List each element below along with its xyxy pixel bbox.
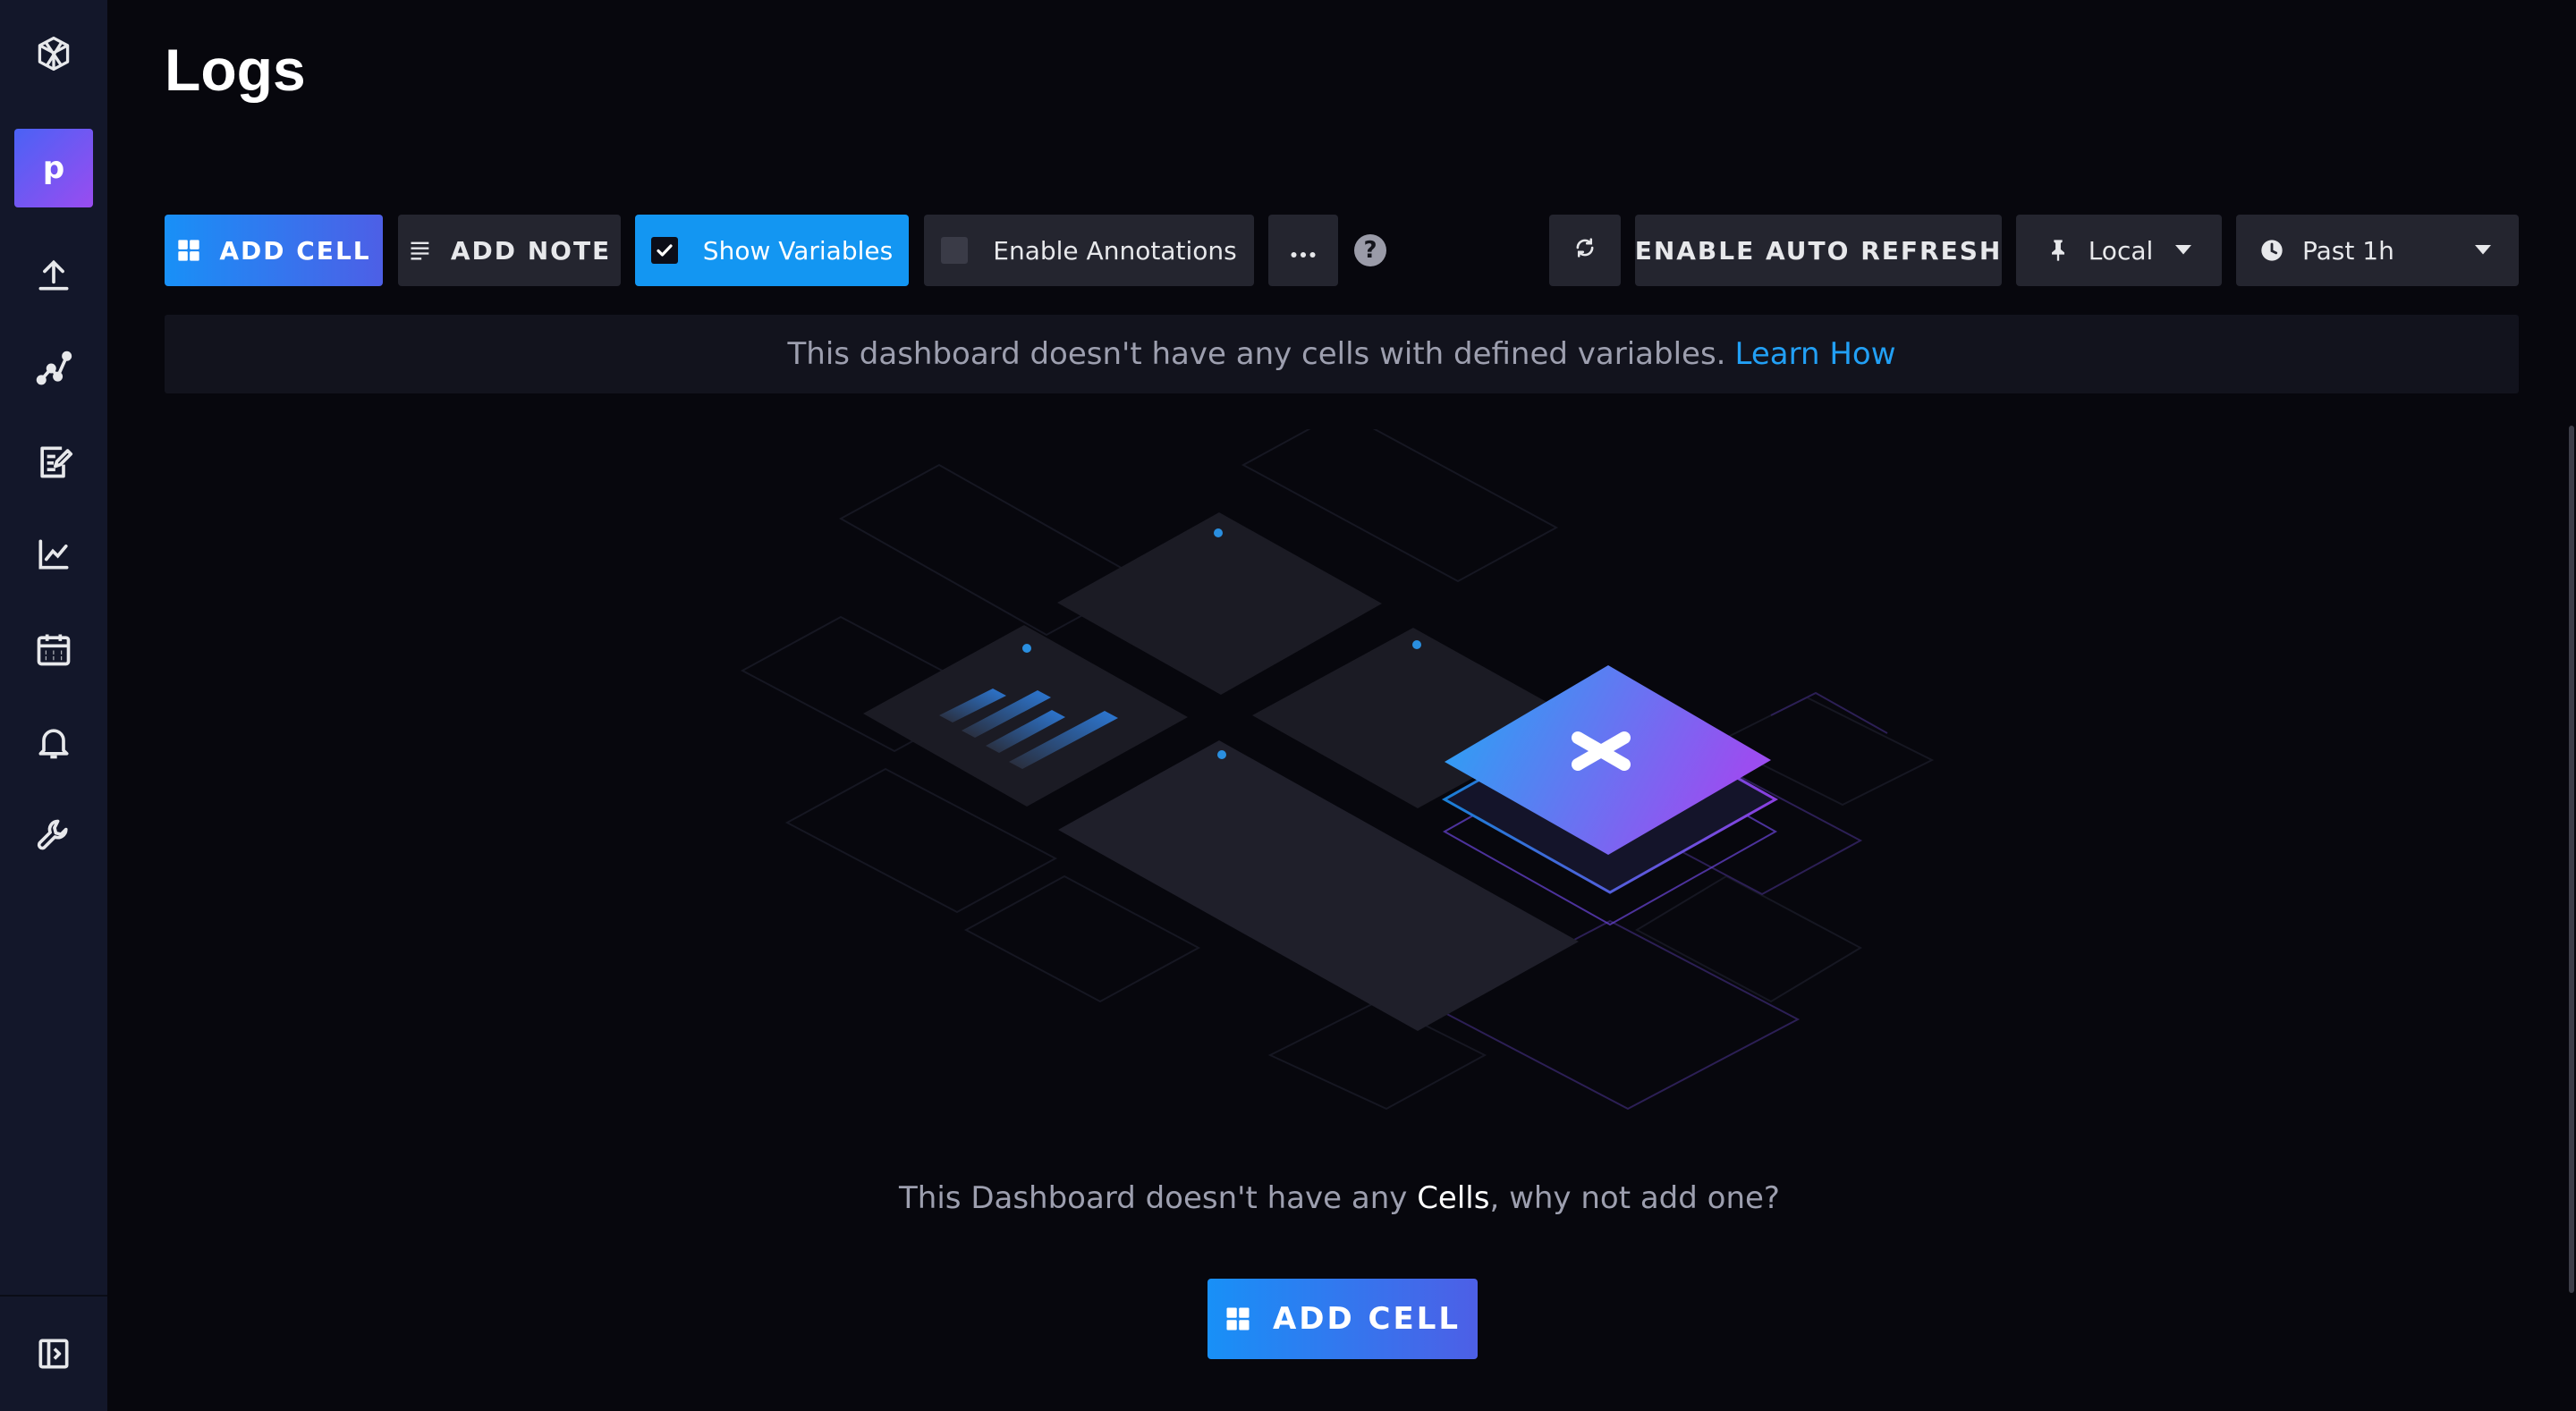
enable-annotations-toggle[interactable]: Enable Annotations <box>924 215 1254 286</box>
empty-prefix: This Dashboard doesn't have any <box>899 1180 1418 1216</box>
timezone-dropdown[interactable]: Local <box>2016 215 2222 286</box>
banner-text: This dashboard doesn't have any cells wi… <box>787 336 1726 372</box>
checkbox-checked-icon <box>650 237 678 264</box>
learn-how-link[interactable]: Learn How <box>1734 336 1895 372</box>
add-cell-cta-label: ADD CELL <box>1272 1301 1462 1337</box>
pin-icon <box>2046 238 2071 263</box>
add-note-label: ADD NOTE <box>450 235 612 266</box>
more-options-button[interactable] <box>1268 215 1338 286</box>
graph-node-icon[interactable] <box>27 342 80 395</box>
logo-cube-icon[interactable] <box>27 27 80 80</box>
sidebar-footer <box>0 1295 107 1411</box>
notebook-edit-icon[interactable] <box>27 435 80 488</box>
time-range-value: Past 1h <box>2302 235 2394 266</box>
help-icon[interactable]: ? <box>1354 234 1386 266</box>
add-cell-label: ADD CELL <box>219 235 371 266</box>
grid-icon <box>1224 1305 1251 1332</box>
refresh-button[interactable] <box>1549 215 1621 286</box>
collapse-sidebar-icon[interactable] <box>27 1327 80 1381</box>
ellipsis-icon <box>1291 236 1316 266</box>
org-avatar[interactable]: p <box>14 129 93 207</box>
page-title: Logs <box>165 37 306 103</box>
empty-highlight: Cells <box>1417 1180 1490 1216</box>
checkbox-unchecked-icon <box>941 237 969 264</box>
add-cell-button[interactable]: ADD CELL <box>165 215 383 286</box>
enable-auto-refresh-button[interactable]: ENABLE AUTO REFRESH <box>1635 215 2002 286</box>
clock-icon <box>2259 238 2284 263</box>
upload-icon[interactable] <box>27 249 80 302</box>
time-range-dropdown[interactable]: Past 1h <box>2236 215 2519 286</box>
variables-info-banner: This dashboard doesn't have any cells wi… <box>165 315 2519 393</box>
add-note-button[interactable]: ADD NOTE <box>398 215 621 286</box>
refresh-icon <box>1572 235 1597 266</box>
grid-icon <box>176 238 201 263</box>
chevron-down-icon <box>2174 245 2192 256</box>
auto-refresh-label: ENABLE AUTO REFRESH <box>1634 235 2003 266</box>
vertical-scrollbar[interactable] <box>2569 426 2574 1293</box>
chevron-down-icon <box>2474 245 2492 256</box>
wrench-icon[interactable] <box>27 808 80 862</box>
empty-dashboard-illustration <box>740 429 1935 1111</box>
add-cell-cta-button[interactable]: ADD CELL <box>1208 1279 1478 1359</box>
timezone-value: Local <box>2088 235 2154 266</box>
enable-annotations-label: Enable Annotations <box>993 235 1237 266</box>
line-chart-icon[interactable] <box>27 528 80 581</box>
show-variables-toggle[interactable]: Show Variables <box>635 215 909 286</box>
text-lines-icon <box>408 238 433 263</box>
empty-suffix: , why not add one? <box>1489 1180 1780 1216</box>
show-variables-label: Show Variables <box>702 235 894 266</box>
empty-state-message: This Dashboard doesn't have any Cells, w… <box>0 1180 2576 1216</box>
bell-icon[interactable] <box>27 715 80 769</box>
calendar-icon[interactable] <box>27 622 80 676</box>
